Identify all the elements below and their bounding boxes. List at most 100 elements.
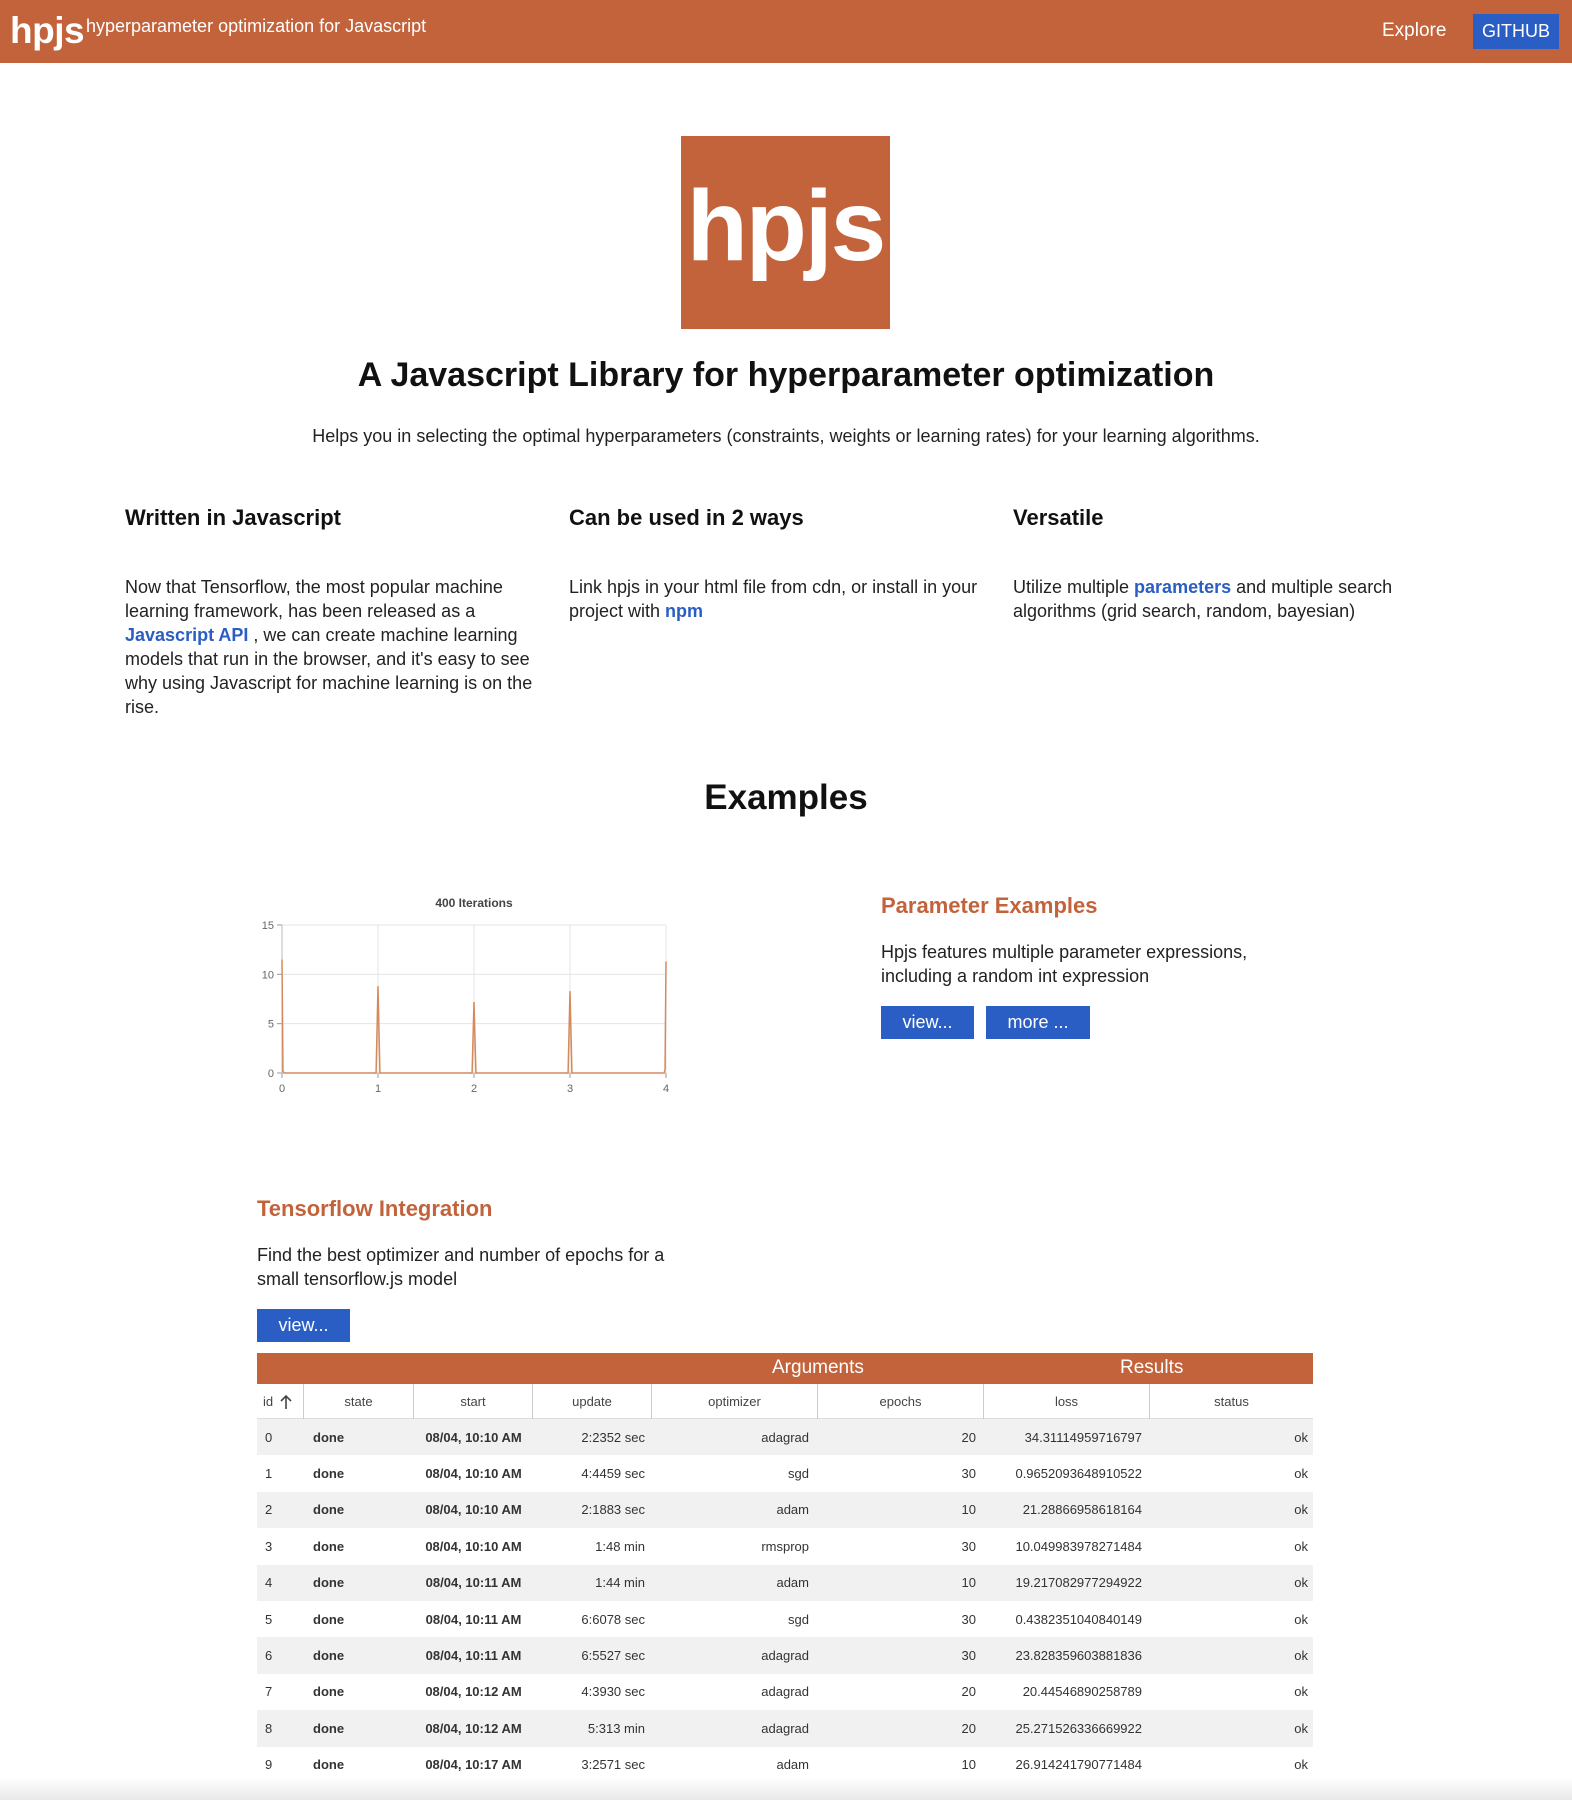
top-navbar: hpjs hyperparameter optimization for Jav… [0, 0, 1572, 63]
cell-epochs: 10 [961, 1502, 976, 1518]
cell-status: ok [1294, 1538, 1308, 1554]
table-row[interactable]: 5 done 08/04, 10:11 AM 6:6078 sec sgd 30 0.438… [257, 1601, 1313, 1637]
cell-start: 08/04, 10:10 AM [425, 1538, 522, 1554]
cell-status: ok [1294, 1684, 1308, 1700]
table-row[interactable]: 0 done 08/04, 10:10 AM 2:2352 sec adagrad 20 3… [257, 1419, 1313, 1456]
cell-epochs: 30 [961, 1538, 976, 1554]
cell-id: 2 [265, 1502, 273, 1518]
iterations-chart: 400 Iterations 0 5 10 15 0 1 2 3 4 [262, 896, 669, 1095]
hero-logo-text: hpjs [686, 170, 887, 282]
cell-id: 6 [265, 1648, 273, 1664]
cell-optimizer: adagrad [761, 1684, 809, 1700]
table-body: 0 done 08/04, 10:10 AM 2:2352 sec adagrad 20 3… [257, 1419, 1313, 1783]
table-row[interactable]: 3 done 08/04, 10:10 AM 1:48 min rmsprop 30 10.… [257, 1528, 1313, 1564]
column-header-start[interactable]: start [414, 1384, 533, 1419]
cell-start: 08/04, 10:11 AM [425, 1611, 522, 1627]
cell-optimizer: sgd [788, 1466, 809, 1482]
cell-epochs: 30 [961, 1466, 976, 1482]
cell-state: done [313, 1648, 345, 1664]
cell-start: 08/04, 10:11 AM [425, 1575, 522, 1591]
parameters-link[interactable]: parameters [1134, 577, 1231, 597]
cell-state: done [313, 1538, 345, 1554]
npm-link[interactable]: npm [665, 601, 703, 621]
cell-optimizer: sgd [788, 1611, 809, 1627]
table-row[interactable]: 4 done 08/04, 10:11 AM 1:44 min adam 10 19.217… [257, 1564, 1313, 1601]
feature-javascript: Written in Javascript Now that Tensorflo… [125, 505, 545, 717]
cell-id: 5 [265, 1611, 273, 1627]
feature-text-part: Utilize multiple [1013, 577, 1135, 597]
cell-epochs: 30 [961, 1648, 976, 1664]
cell-loss: 10.049983978271484 [1015, 1538, 1142, 1554]
column-header-epochs[interactable]: epochs [818, 1384, 984, 1419]
parameter-more-button[interactable]: more ... [986, 1006, 1090, 1039]
nav-explore-link[interactable]: Explore [1382, 20, 1446, 42]
x-tick-label: 1 [375, 1083, 381, 1095]
github-button[interactable]: GITHUB [1473, 14, 1559, 49]
cell-status: ok [1294, 1575, 1308, 1591]
table-row[interactable]: 8 done 08/04, 10:12 AM 5:313 min adagrad 20 25… [257, 1710, 1313, 1747]
cell-update: 2:2352 sec [581, 1429, 645, 1445]
arrow-up-icon[interactable] [279, 1394, 293, 1410]
examples-heading: Examples [704, 778, 868, 817]
cell-update: 4:3930 sec [581, 1684, 645, 1700]
feature-text-part: Now that Tensorflow, the most popular ma… [125, 577, 503, 621]
feature-text: Now that Tensorflow, the most popular ma… [125, 575, 545, 719]
cell-optimizer: adagrad [761, 1429, 809, 1445]
cell-update: 1:48 min [595, 1538, 645, 1554]
cell-epochs: 20 [961, 1720, 976, 1736]
cell-start: 08/04, 10:10 AM [425, 1466, 522, 1482]
cell-loss: 19.217082977294922 [1015, 1575, 1142, 1591]
feature-title: Written in Javascript [125, 505, 341, 530]
tensorflow-integration-title: Tensorflow Integration [257, 1196, 493, 1221]
brand-logo[interactable]: hpjs [10, 10, 85, 52]
cell-start: 08/04, 10:10 AM [425, 1502, 522, 1518]
cell-optimizer: adam [776, 1502, 809, 1518]
x-tick-label: 2 [471, 1083, 477, 1095]
parameter-view-button[interactable]: view... [881, 1006, 974, 1039]
results-table: Arguments Results id state start update … [257, 1353, 1313, 1783]
cell-state: done [313, 1502, 345, 1518]
column-header-update[interactable]: update [533, 1384, 652, 1419]
cell-start: 08/04, 10:10 AM [425, 1429, 522, 1445]
bottom-fade [0, 1778, 1572, 1800]
cell-id: 4 [265, 1575, 273, 1591]
cell-epochs: 10 [961, 1575, 976, 1591]
feature-title: Versatile [1013, 505, 1104, 530]
cell-start: 08/04, 10:11 AM [425, 1648, 522, 1664]
column-header-id[interactable]: id [257, 1384, 304, 1419]
parameter-examples-title: Parameter Examples [881, 893, 1098, 918]
cell-state: done [313, 1611, 345, 1627]
x-tick-label: 0 [279, 1083, 285, 1095]
cell-optimizer: adam [776, 1575, 809, 1591]
column-header-optimizer[interactable]: optimizer [652, 1384, 818, 1419]
brand-tagline: hyperparameter optimization for Javascri… [86, 16, 427, 36]
javascript-api-link[interactable]: Javascript API [125, 625, 248, 645]
column-header-state[interactable]: state [304, 1384, 414, 1419]
page-subtitle: Helps you in selecting the optimal hyper… [312, 426, 1260, 446]
hero-logo: hpjs [681, 136, 890, 329]
column-header-status[interactable]: status [1150, 1384, 1313, 1419]
cell-state: done [313, 1720, 345, 1736]
table-row[interactable]: 1 done 08/04, 10:10 AM 4:4459 sec sgd 30 0.965… [257, 1455, 1313, 1491]
feature-title: Can be used in 2 ways [569, 505, 804, 530]
cell-loss: 34.31114959716797 [1024, 1429, 1142, 1445]
feature-text-part: Link hpjs in your html file from cdn, or… [569, 577, 978, 621]
cell-epochs: 30 [961, 1611, 976, 1627]
tensorflow-view-button[interactable]: view... [257, 1309, 350, 1342]
cell-loss: 23.828359603881836 [1015, 1648, 1142, 1664]
feature-two-ways: Can be used in 2 ways Link hpjs in your … [569, 505, 989, 621]
cell-id: 1 [265, 1466, 273, 1482]
tensorflow-integration-desc: Find the best optimizer and number of ep… [257, 1245, 665, 1289]
feature-text: Link hpjs in your html file from cdn, or… [569, 575, 989, 623]
y-tick-label: 15 [262, 920, 274, 932]
column-header-label: id [263, 1394, 274, 1409]
cell-status: ok [1294, 1648, 1308, 1664]
cell-loss: 25.271526336669922 [1015, 1720, 1142, 1736]
column-header-loss[interactable]: loss [984, 1384, 1150, 1419]
cell-optimizer: adagrad [761, 1720, 809, 1736]
table-row[interactable]: 7 done 08/04, 10:12 AM 4:3930 sec adagrad 20 2… [257, 1674, 1313, 1710]
table-row[interactable]: 6 done 08/04, 10:11 AM 6:5527 sec adagrad 30 2… [257, 1637, 1313, 1674]
y-tick-label: 10 [262, 969, 274, 981]
table-row[interactable]: 2 done 08/04, 10:10 AM 2:1883 sec adam 10 21.2… [257, 1491, 1313, 1529]
cell-update: 1:44 min [595, 1575, 645, 1591]
